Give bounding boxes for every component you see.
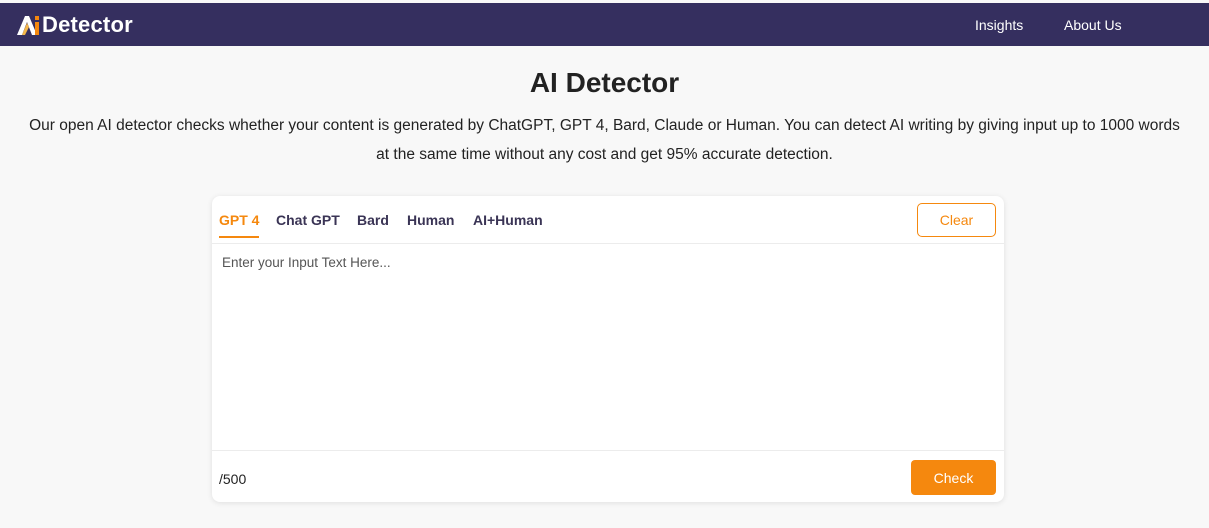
page-title: AI Detector <box>529 67 680 98</box>
ai-logo-icon <box>17 15 39 35</box>
description-line-1: Our open AI detector checks whether your… <box>29 117 1180 134</box>
model-tabs: GPT 4 Chat GPT Bard Human AI+Human Clear <box>212 196 1004 244</box>
page-description: Our open AI detector checks whether your… <box>10 111 1199 169</box>
site-logo[interactable]: Detector <box>16 3 133 46</box>
tab-chatgpt[interactable]: Chat GPT <box>276 212 340 236</box>
tab-human[interactable]: Human <box>407 212 454 236</box>
brand-name: Detector <box>42 11 133 37</box>
nav-insights-link[interactable]: Insights <box>975 17 1023 33</box>
check-button[interactable]: Check <box>911 460 996 495</box>
input-text-area[interactable] <box>212 245 1004 450</box>
nav-about-link[interactable]: About Us <box>1064 17 1122 33</box>
description-line-2: at the same time without any cost and ge… <box>376 146 833 163</box>
detector-card: GPT 4 Chat GPT Bard Human AI+Human Clear… <box>212 196 1004 502</box>
clear-button[interactable]: Clear <box>917 203 996 237</box>
tab-gpt4[interactable]: GPT 4 <box>219 212 260 238</box>
card-footer: /500 Check <box>212 450 1004 502</box>
tab-ai-human[interactable]: AI+Human <box>473 212 543 236</box>
word-count: /500 <box>219 471 247 487</box>
top-navbar: Detector Insights About Us <box>0 3 1209 46</box>
tab-bard[interactable]: Bard <box>357 212 389 236</box>
